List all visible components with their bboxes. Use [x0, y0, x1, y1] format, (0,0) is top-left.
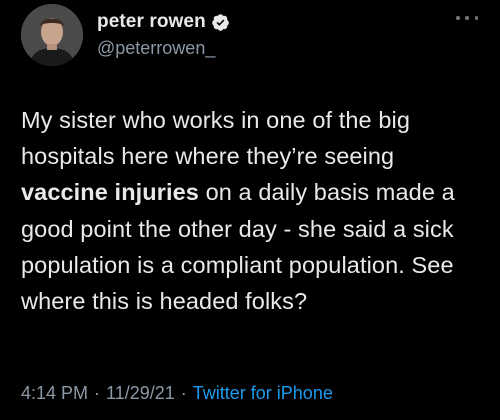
tweet-date[interactable]: 11/29/21 — [106, 383, 175, 404]
tweet-source-link[interactable]: Twitter for iPhone — [193, 383, 333, 404]
tweet-card: peter rowen @peterrowen_ My sister who w… — [0, 0, 500, 420]
meta-separator: · — [180, 383, 187, 403]
tweet-time[interactable]: 4:14 PM — [21, 383, 88, 404]
tweet-meta: 4:14 PM · 11/29/21 · Twitter for iPhone — [21, 383, 333, 404]
display-name[interactable]: peter rowen — [97, 11, 206, 33]
avatar[interactable] — [21, 4, 83, 66]
tweet-text: My sister who works in one of the big ho… — [21, 102, 483, 319]
display-name-row: peter rowen — [97, 10, 230, 34]
user-info: peter rowen @peterrowen_ — [97, 10, 230, 59]
meta-separator: · — [94, 383, 101, 403]
tweet-text-bold: vaccine injuries — [21, 179, 199, 206]
avatar-photo — [21, 4, 83, 66]
user-handle[interactable]: @peterrowen_ — [97, 38, 230, 59]
verified-badge-icon — [211, 13, 230, 32]
more-options-icon[interactable] — [456, 14, 478, 22]
tweet-text-part-1: My sister who works in one of the big ho… — [21, 107, 411, 170]
